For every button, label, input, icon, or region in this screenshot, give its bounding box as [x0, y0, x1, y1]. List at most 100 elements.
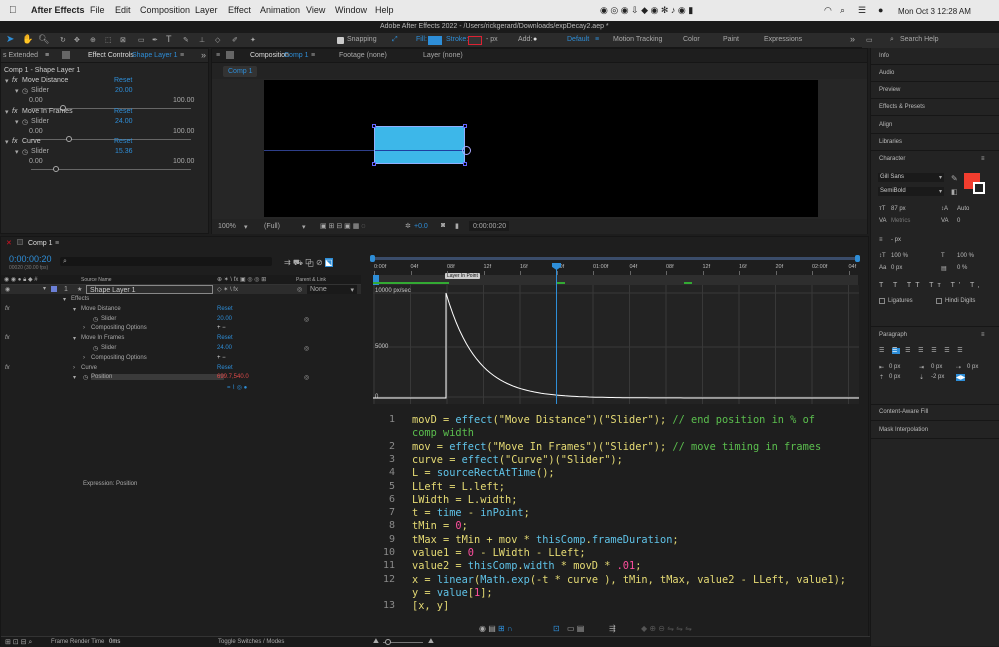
twirl-effect-icon[interactable]: ▾ — [5, 138, 9, 146]
wifi-icon[interactable]: ◠ — [824, 5, 832, 16]
zoom-chevron-icon[interactable]: ▾ — [244, 223, 248, 231]
menu-app-name[interactable]: After Effects — [31, 5, 85, 15]
panel-preview[interactable]: Preview — [879, 87, 900, 93]
twirl-icon[interactable]: › — [83, 355, 85, 361]
pickwhip-icon[interactable]: ◎ — [304, 374, 309, 381]
property-row[interactable]: ◷ Slider 24.00 ◎ — [1, 345, 361, 354]
effect-move-distance[interactable]: Move Distance — [22, 77, 68, 84]
panel-libraries[interactable]: Libraries — [879, 139, 902, 145]
comp-subtab-label[interactable]: Comp 1 — [228, 68, 253, 75]
help-panel-icon[interactable]: ▭ — [866, 36, 873, 44]
panel-overflow-icon[interactable]: » — [201, 50, 206, 60]
hand-tool-icon[interactable]: ✋ — [22, 34, 33, 45]
property-value[interactable]: + − — [217, 355, 226, 361]
search-icon[interactable]: ⌕ — [840, 5, 845, 16]
menu-edit[interactable]: Edit — [115, 5, 131, 15]
workspace-color[interactable]: Color — [683, 36, 700, 43]
font-family-dropdown[interactable]: Gill Sans ▾ — [878, 173, 944, 182]
comp-subtab[interactable]: Comp 1 — [223, 66, 257, 77]
puppet-tool-icon[interactable]: ✦ — [250, 36, 256, 44]
expression-controls-icons[interactable]: = ⌇ ◎ ● — [227, 384, 247, 391]
navigator-bar[interactable] — [372, 257, 858, 260]
twirl-layer-icon[interactable]: ▾ — [43, 285, 46, 292]
siri-icon[interactable]: ● — [878, 5, 883, 15]
pickwhip-icon[interactable]: ◎ — [304, 316, 309, 323]
search-help-input[interactable]: Search Help — [900, 36, 939, 43]
reset-move-distance[interactable]: Reset — [114, 77, 132, 84]
type-tool-icon[interactable]: T — [166, 34, 172, 44]
indent-left-value[interactable]: 0 px — [889, 364, 900, 370]
workspace-overflow-icon[interactable]: » — [850, 34, 855, 44]
property-value[interactable]: + − — [217, 325, 226, 331]
toggle-switches-modes[interactable]: Toggle Switches / Modes — [218, 639, 284, 645]
zoom-out-icon[interactable]: ⛰ — [373, 638, 379, 646]
clone-stamp-icon[interactable]: ⊥ — [199, 36, 205, 44]
stopwatch-icon[interactable]: ◷ — [22, 118, 28, 126]
navigator-start-handle[interactable] — [370, 255, 375, 262]
code-line[interactable]: t = time - inPoint; — [412, 507, 530, 519]
code-line[interactable]: curve = effect("Curve")("Slider"); — [412, 454, 623, 466]
slider-track[interactable] — [31, 139, 191, 140]
swap-colors-icon[interactable]: ◧ — [951, 188, 958, 196]
space-before-value[interactable]: 0 px — [889, 374, 900, 380]
exposure-icon[interactable]: ✲ — [405, 222, 411, 230]
fill-label[interactable]: Fill: — [416, 36, 427, 43]
stopwatch-icon[interactable]: ◷ — [93, 345, 98, 352]
panel-audio[interactable]: Audio — [879, 70, 894, 76]
slider-knob[interactable] — [52, 166, 59, 172]
zoom-tool-icon[interactable]: 🔍︎ — [38, 34, 49, 45]
code-line[interactable]: LLeft = L.left; — [412, 481, 505, 493]
effect-name[interactable]: Curve — [22, 138, 41, 145]
property-row[interactable]: fx ▾ Move Distance Reset — [1, 306, 361, 315]
separate-dimensions-icon[interactable]: ⇶ — [609, 624, 616, 633]
fx-icon[interactable]: fx — [12, 77, 17, 84]
twirl-icon[interactable]: › — [73, 365, 75, 371]
twirl-slider-icon[interactable]: ▾ — [15, 148, 19, 156]
tab-footage[interactable]: Footage (none) — [339, 52, 387, 59]
layer-name-field[interactable]: Shape Layer 1 — [86, 285, 213, 294]
viewer-toggle-icons[interactable]: ▣ ⊞ ⊟ ▣ ▦ ◌ — [320, 222, 365, 230]
stroke-color-swatch[interactable] — [973, 182, 985, 194]
switches-header-icons[interactable]: ⊕ ✶ \ fx ▣ ◎ ◎ ⊞ — [217, 276, 266, 283]
menu-effect[interactable]: Effect — [228, 5, 251, 15]
vertical-scale-value[interactable]: 100 % — [891, 253, 908, 259]
zoom-dropdown[interactable]: 100% — [218, 223, 236, 230]
code-line[interactable]: value2 = thisComp.width * movD * .01; — [412, 560, 641, 572]
close-tab-icon[interactable]: ✕ — [6, 239, 12, 247]
code-line[interactable]: [x, y] — [412, 600, 449, 612]
eraser-tool-icon[interactable]: ◇ — [215, 36, 220, 44]
property-value[interactable]: 24.00 — [217, 345, 232, 351]
stroke-swatch[interactable] — [468, 36, 482, 45]
code-line[interactable]: tMax = tMin + mov * thisComp.frameDurati… — [412, 534, 679, 546]
tab-menu-icon[interactable]: ≡ — [216, 52, 220, 59]
apple-icon[interactable]:  — [9, 5, 17, 16]
font-size-value[interactable]: 87 px — [891, 206, 906, 212]
property-row[interactable]: ▾ Effects — [1, 296, 361, 305]
paragraph-align-buttons[interactable]: ☰ ☰ ☰ ☰ ☰ ☰ ☰ — [879, 347, 966, 354]
resolution-dropdown[interactable]: (Full) — [264, 223, 280, 230]
fx-icon[interactable]: fx — [5, 365, 10, 371]
bounding-handle[interactable] — [463, 162, 467, 166]
twirl-slider-icon[interactable]: ▾ — [15, 118, 19, 126]
menu-window[interactable]: Window — [335, 5, 367, 15]
stopwatch-icon[interactable]: ◷ — [83, 374, 88, 381]
menu-file[interactable]: File — [90, 5, 105, 15]
code-line[interactable]: L = sourceRectAtTime(); — [412, 467, 555, 479]
stopwatch-icon[interactable]: ◷ — [22, 87, 28, 95]
anchor-tool-icon[interactable]: ⬚ — [105, 36, 112, 44]
tab-menu-icon-2[interactable]: ≡ — [180, 52, 184, 59]
add-circle-icon[interactable]: ● — [533, 36, 537, 43]
tab-menu-icon[interactable]: ≡ — [45, 52, 49, 59]
fill-swatch[interactable] — [428, 36, 442, 45]
property-row[interactable]: fx ▾ Move In Frames Reset — [1, 335, 361, 344]
property-row[interactable]: › Compositing Options + − — [1, 355, 361, 364]
snapshot-icon[interactable]: ◙ — [441, 222, 445, 229]
graph-view-icons[interactable]: ◉ ▤ ⊞ ∩ — [479, 624, 513, 633]
anchor-point-icon[interactable] — [462, 146, 471, 155]
menu-help[interactable]: Help — [375, 5, 394, 15]
fx-icon[interactable]: fx — [12, 108, 17, 115]
rectangle-tool-icon[interactable]: ▭ — [138, 36, 145, 44]
layer-row[interactable]: ◉ ▾ 1 ★ Shape Layer 1 ◇ ✶ \ fx ◎ None ▾ — [1, 285, 361, 294]
menu-composition[interactable]: Composition — [140, 5, 190, 15]
slider-value[interactable]: 24.00 — [115, 118, 133, 125]
